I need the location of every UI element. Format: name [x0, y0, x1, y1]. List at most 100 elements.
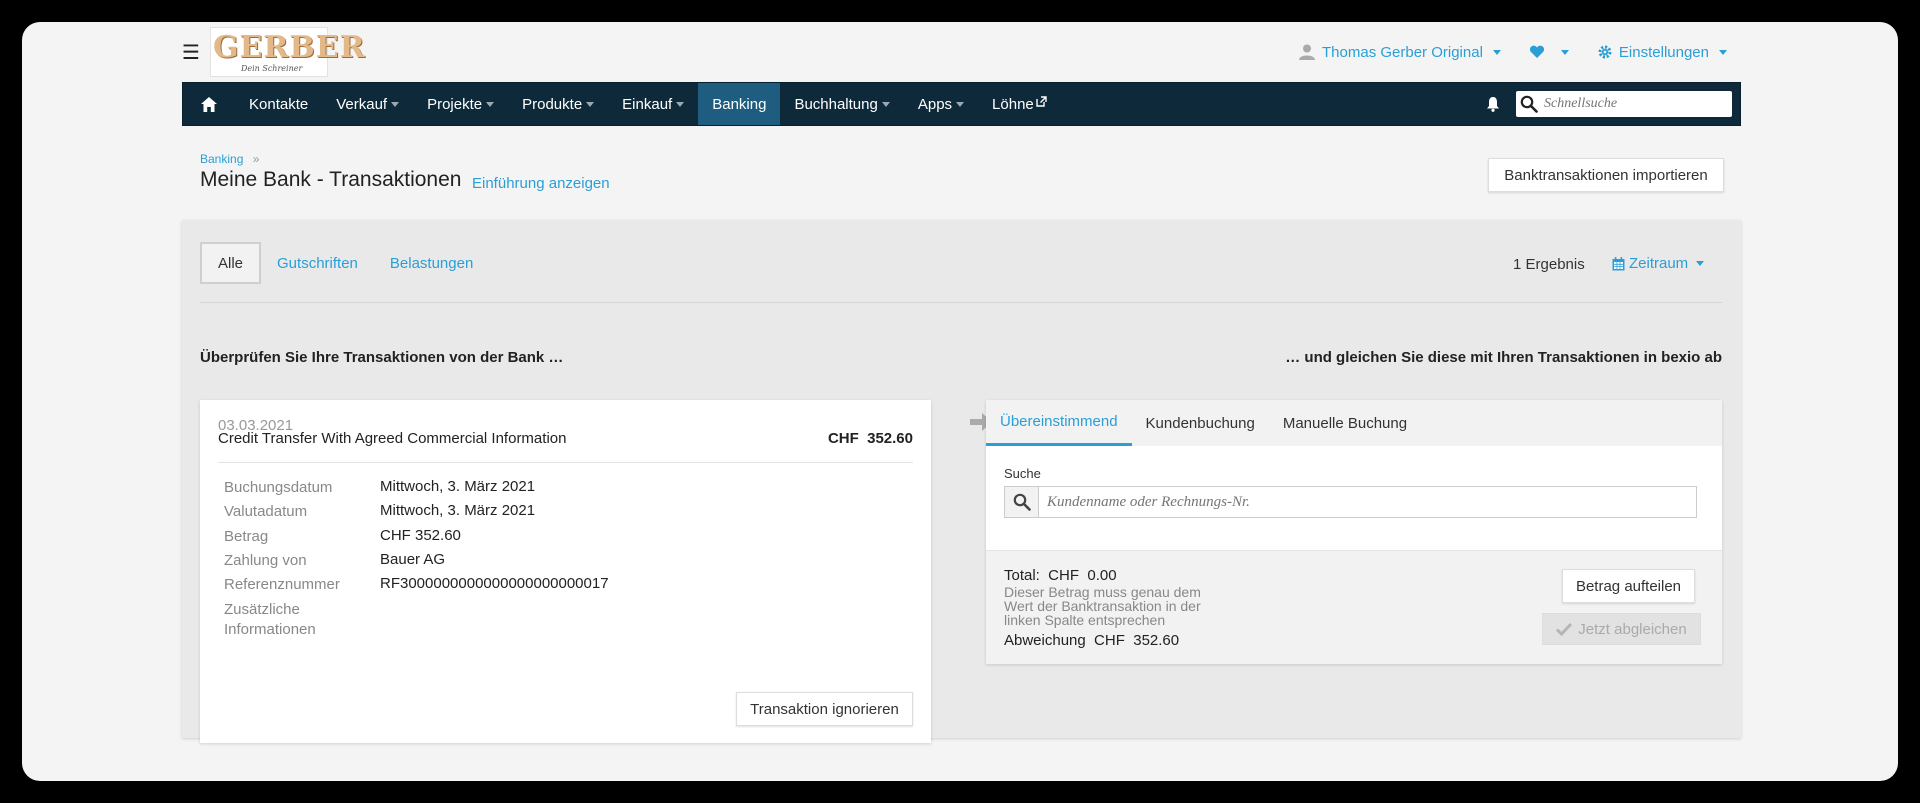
chevron-down-icon: [881, 101, 890, 107]
breadcrumb-separator: »: [252, 152, 260, 166]
logo-subtext: Dein Schreiner: [240, 64, 303, 73]
nav-item-apps[interactable]: Apps: [904, 83, 978, 125]
calendar-icon: [1612, 256, 1625, 270]
detail-key: Betrag: [224, 528, 269, 545]
nav-label: Projekte: [427, 95, 483, 113]
user-menu[interactable]: Thomas Gerber Original: [1298, 43, 1501, 61]
chevron-down-icon: [1696, 261, 1705, 266]
chevron-down-icon: [586, 101, 595, 107]
breadcrumb: Banking »: [200, 152, 259, 166]
chevron-down-icon: [1560, 49, 1569, 55]
nav-label: Löhne: [992, 95, 1034, 113]
detail-key: Valutadatum: [224, 503, 308, 520]
chevron-down-icon: [1492, 49, 1501, 55]
external-link-icon: [1036, 95, 1047, 107]
transaction-amount: CHF 352.60: [827, 430, 913, 447]
match-search[interactable]: [1004, 486, 1697, 518]
chevron-down-icon: [1719, 49, 1727, 55]
nav-label: Apps: [917, 95, 953, 113]
main-navigation: Kontakte Verkauf Projekte Produkte Einka…: [182, 82, 1741, 126]
company-logo[interactable]: GERBER Dein Schreiner: [209, 27, 365, 77]
detail-key: Referenznummer: [224, 576, 340, 593]
show-intro-link[interactable]: Einführung anzeigen: [472, 175, 610, 192]
difference-amount: Abweichung CHF 352.60: [1004, 632, 1180, 649]
menu-icon[interactable]: ☰: [182, 40, 200, 65]
quick-search-input[interactable]: [1544, 96, 1724, 112]
detail-value: CHF 352.60: [380, 527, 461, 544]
result-count: 1 Ergebnis: [1513, 256, 1585, 273]
nav-item-produkte[interactable]: Produkte: [508, 83, 608, 125]
nav-item-einkauf[interactable]: Einkauf: [608, 83, 698, 125]
nav-label: Kontakte: [249, 95, 309, 113]
detail-key: Zahlung von: [224, 552, 307, 569]
divider: [200, 302, 1722, 303]
nav-label: Produkte: [522, 95, 583, 113]
filter-tabs: Alle Gutschriften Belastungen: [200, 242, 489, 284]
notifications-button[interactable]: [1470, 83, 1516, 125]
match-now-label: Jetzt abgleichen: [1578, 620, 1687, 638]
nav-item-kontakte[interactable]: Kontakte: [235, 83, 322, 125]
top-bar: ☰ GERBER Dein Schreiner Thomas Gerber Or…: [182, 22, 1741, 82]
split-amount-button[interactable]: Betrag aufteilen: [1562, 569, 1695, 603]
nav-home[interactable]: [183, 83, 235, 125]
favorites-menu[interactable]: [1529, 45, 1569, 59]
divider: [218, 462, 913, 463]
detail-value: RF3000000000000000000000017: [380, 575, 609, 592]
chevron-down-icon: [676, 101, 685, 107]
nav-item-banking[interactable]: Banking: [698, 83, 781, 125]
checkmark-icon: [1556, 622, 1573, 636]
chevron-down-icon: [391, 101, 400, 107]
quick-search[interactable]: [1516, 91, 1732, 117]
tab-belastungen[interactable]: Belastungen: [374, 242, 489, 284]
logo-text: GERBER: [212, 30, 366, 65]
app-window: ☰ GERBER Dein Schreiner Thomas Gerber Or…: [22, 22, 1898, 781]
gear-icon: [1598, 45, 1612, 59]
home-icon: [201, 96, 217, 112]
detail-value: Mittwoch, 3. März 2021: [380, 478, 536, 495]
tab-kundenbuchung[interactable]: Kundenbuchung: [1132, 400, 1269, 446]
nav-item-buchhaltung[interactable]: Buchhaltung: [780, 83, 903, 125]
breadcrumb-banking[interactable]: Banking: [200, 152, 243, 166]
matching-card: Übereinstimmend Kundenbuchung Manuelle B…: [986, 400, 1722, 664]
chevron-down-icon: [486, 101, 495, 107]
nav-item-loehne[interactable]: Löhne: [978, 83, 1061, 125]
tab-gutschriften[interactable]: Gutschriften: [261, 242, 374, 284]
detail-value: Bauer AG: [380, 551, 446, 568]
tab-uebereinstimmend[interactable]: Übereinstimmend: [986, 400, 1132, 446]
nav-label: Verkauf: [336, 95, 388, 113]
tab-alle[interactable]: Alle: [200, 242, 262, 284]
nav-label: Buchhaltung: [794, 95, 878, 113]
matching-tabs: Übereinstimmend Kundenbuchung Manuelle B…: [986, 400, 1722, 446]
user-icon: [1299, 44, 1316, 60]
nav-item-verkauf[interactable]: Verkauf: [322, 83, 413, 125]
nav-label: Banking: [712, 95, 767, 113]
matching-footer: Total: CHF 0.00 Dieser Betrag muss genau…: [986, 550, 1722, 664]
detail-key: Zusätzliche Informationen: [224, 601, 316, 638]
detail-key: Buchungsdatum: [224, 479, 333, 496]
bell-icon: [1487, 97, 1499, 112]
top-right-menu: Thomas Gerber Original Einstellungen: [1298, 43, 1727, 61]
heart-icon: [1529, 45, 1544, 58]
match-now-button[interactable]: Jetzt abgleichen: [1542, 613, 1701, 645]
transactions-panel: Alle Gutschriften Belastungen 1 Ergebnis…: [182, 220, 1741, 743]
search-label: Suche: [1004, 466, 1041, 481]
user-name: Thomas Gerber Original: [1322, 43, 1483, 61]
chevron-down-icon: [956, 101, 965, 107]
instruction-left: Überprüfen Sie Ihre Transaktionen von de…: [200, 349, 564, 366]
ignore-transaction-button[interactable]: Transaktion ignorieren: [736, 692, 913, 726]
search-icon: [1520, 95, 1538, 113]
match-search-input[interactable]: [1039, 487, 1689, 517]
detail-value: Mittwoch, 3. März 2021: [380, 502, 536, 519]
settings-label: Einstellungen: [1618, 43, 1709, 61]
search-icon: [1005, 487, 1039, 517]
page-title: Meine Bank - Transaktionen: [200, 168, 462, 191]
nav-label: Einkauf: [622, 95, 673, 113]
import-transactions-button[interactable]: Banktransaktionen importieren: [1488, 158, 1724, 192]
settings-menu[interactable]: Einstellungen: [1597, 44, 1727, 61]
nav-item-projekte[interactable]: Projekte: [413, 83, 508, 125]
tab-manuelle-buchung[interactable]: Manuelle Buchung: [1269, 400, 1421, 446]
period-label: Zeitraum: [1629, 255, 1689, 272]
match-note: Dieser Betrag muss genau dem Wert der Ba…: [1004, 584, 1201, 628]
period-filter[interactable]: Zeitraum: [1612, 255, 1705, 272]
